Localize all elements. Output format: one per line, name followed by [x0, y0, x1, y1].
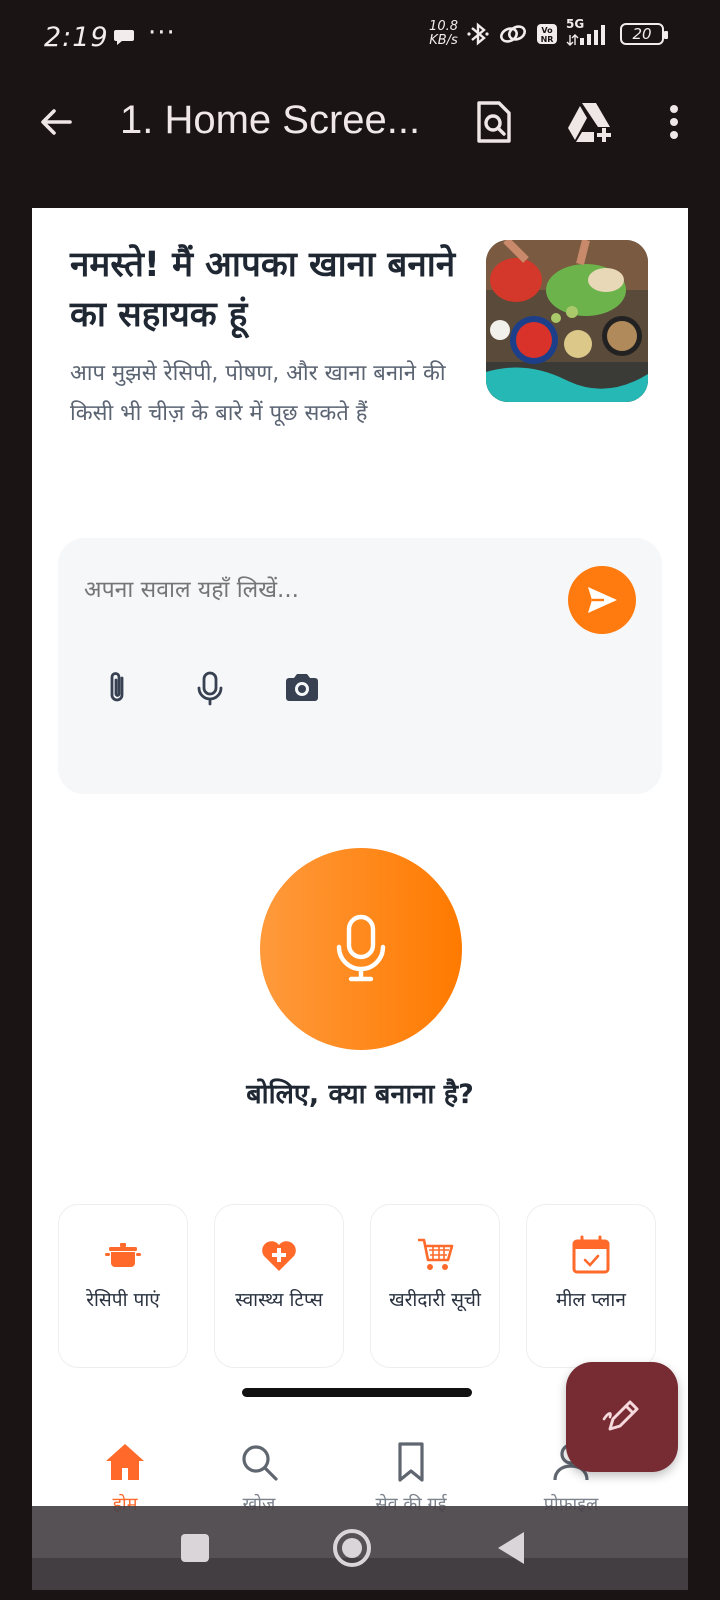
send-button[interactable] — [568, 566, 636, 634]
status-right: 10.8 KB/s Vo NR 5G 20 — [429, 17, 668, 48]
edit-fab[interactable] — [566, 1362, 678, 1472]
voice-record-button[interactable] — [260, 848, 462, 1050]
hero-section: नमस्ते! मैं आपका खाना बनाने का सहायक हूं… — [70, 240, 470, 434]
chat-notification-icon — [114, 30, 134, 45]
battery-indicator: 20 — [620, 23, 668, 45]
camera-icon[interactable] — [282, 668, 322, 708]
home-icon — [106, 1444, 144, 1480]
quick-action-meal-plan[interactable]: मील प्लान — [526, 1204, 656, 1368]
attachment-icon[interactable] — [98, 668, 138, 708]
app-screen: नमस्ते! मैं आपका खाना बनाने का सहायक हूं… — [32, 208, 688, 1558]
quick-action-health-tips[interactable]: स्वास्थ्य टिप्स — [214, 1204, 344, 1368]
svg-text:Vo: Vo — [541, 26, 553, 35]
link-icon — [500, 25, 526, 43]
microphone-icon[interactable] — [190, 668, 230, 708]
food-illustration — [486, 240, 648, 402]
quick-action-recipes[interactable]: रेसिपी पाएं — [58, 1204, 188, 1368]
shopping-cart-icon — [418, 1238, 454, 1270]
calendar-check-icon — [572, 1235, 610, 1274]
home-indicator — [242, 1388, 472, 1397]
quick-action-label: मील प्लान — [556, 1289, 626, 1311]
quick-action-label: खरीदारी सूची — [389, 1289, 481, 1311]
status-bar: 2:19 ··· 10.8 KB/s Vo NR 5G 20 — [0, 0, 720, 78]
back-arrow-icon[interactable] — [36, 102, 76, 142]
cooking-pot-icon — [105, 1243, 141, 1267]
home-button-icon[interactable] — [332, 1528, 372, 1568]
quick-action-shopping-list[interactable]: खरीदारी सूची — [370, 1204, 500, 1368]
svg-text:NR: NR — [541, 35, 554, 44]
status-time: 2:19 — [44, 22, 109, 53]
app-bar: 1. Home Scree... — [0, 78, 720, 208]
nav-home[interactable]: होम — [65, 1440, 185, 1516]
more-options-icon[interactable] — [660, 100, 688, 144]
search-icon — [242, 1445, 278, 1481]
add-to-drive-icon[interactable] — [566, 100, 614, 144]
system-navigation-bar — [32, 1506, 688, 1590]
edit-pencil-icon — [602, 1400, 639, 1431]
more-notifications-icon: ··· — [148, 18, 176, 48]
preview-icon[interactable] — [474, 100, 514, 144]
bookmark-icon — [398, 1442, 424, 1482]
cooking-food-image — [486, 240, 648, 402]
bluetooth-icon — [467, 22, 489, 46]
quick-action-label: रेसिपी पाएं — [86, 1289, 160, 1311]
greeting-heading: नमस्ते! मैं आपका खाना बनाने का सहायक हूं — [70, 245, 456, 335]
greeting-subtitle: आप मुझसे रेसिपी, पोषण, और खाना बनाने की … — [70, 361, 446, 426]
volte-icon: Vo NR — [537, 24, 557, 44]
net-speed: 10.8 KB/s — [429, 19, 458, 48]
quick-action-label: स्वास्थ्य टिप्स — [235, 1289, 323, 1311]
question-input-card — [58, 538, 662, 794]
cellular-signal: 5G — [566, 17, 612, 47]
voice-prompt: बोलिए, क्या बनाना है? — [246, 1079, 474, 1110]
signal-bars-icon — [566, 25, 605, 46]
microphone-icon — [336, 914, 386, 982]
nav-saved[interactable]: सेव की गई — [351, 1440, 471, 1516]
recent-apps-icon[interactable] — [180, 1533, 210, 1563]
back-triangle-icon[interactable] — [496, 1530, 526, 1566]
heart-plus-icon — [262, 1241, 296, 1271]
question-input[interactable] — [84, 560, 524, 620]
nav-search[interactable]: खोज — [199, 1440, 319, 1516]
quick-actions: रेसिपी पाएं स्वास्थ्य टिप्स खरीदारी सूची — [58, 1204, 664, 1368]
document-title: 1. Home Scree... — [120, 98, 421, 142]
send-icon — [588, 587, 617, 613]
